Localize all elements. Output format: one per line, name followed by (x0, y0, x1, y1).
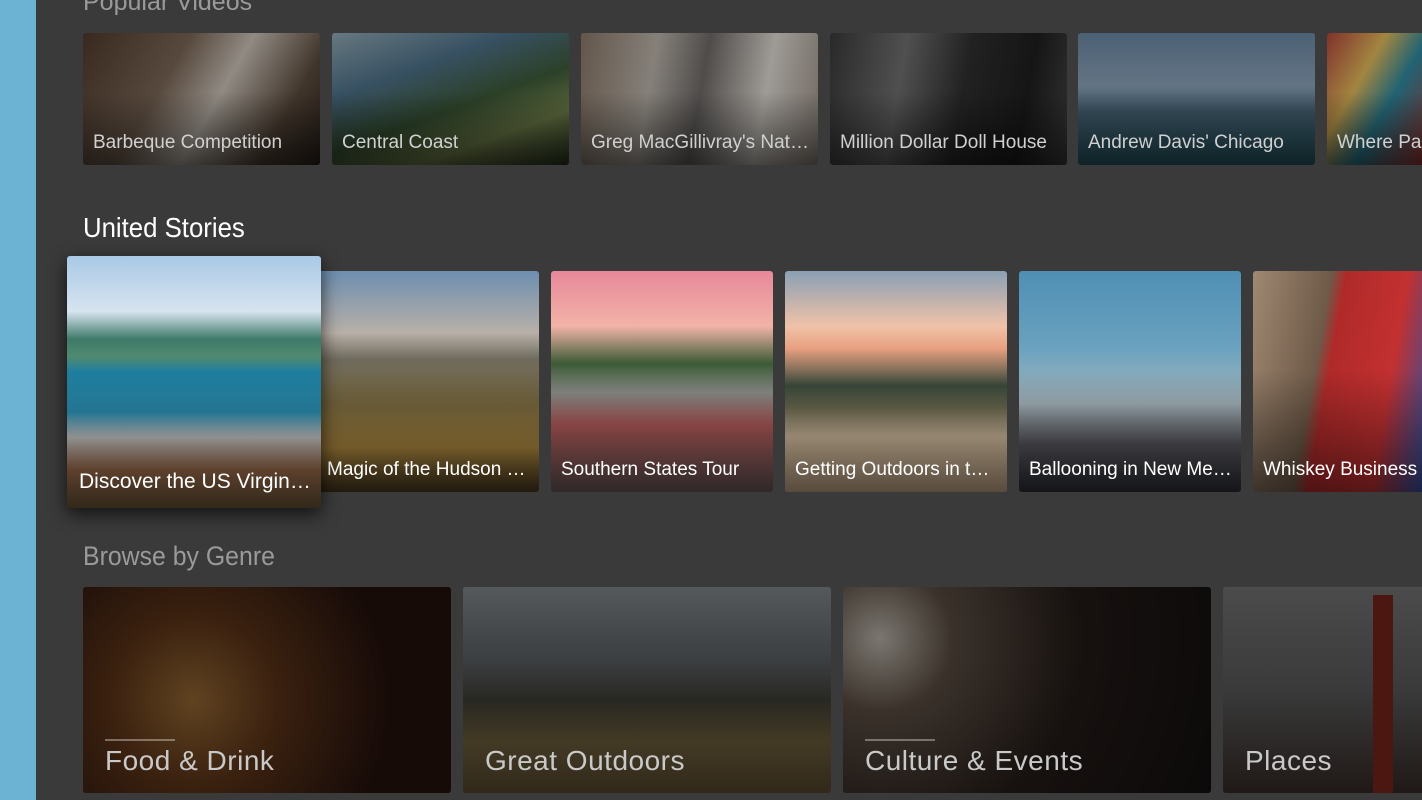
genre-underline (105, 739, 175, 741)
video-card-us-virgin-islands[interactable]: Discover the US Virgin Islands (67, 256, 321, 508)
row-title-united-stories: United Stories (83, 212, 245, 243)
video-card-southern-states-tour[interactable]: Southern States Tour (551, 271, 773, 492)
genre-card-title: Food & Drink (105, 745, 275, 776)
row-title-browse-by-genre: Browse by Genre (83, 541, 275, 571)
video-card-title: Where Parades Are Born (1337, 132, 1422, 153)
video-card-title: Magic of the Hudson Valley (327, 459, 531, 480)
genre-card-food-drink[interactable]: Food & Drink (83, 587, 451, 793)
genre-card-places[interactable]: Places (1223, 587, 1422, 793)
genre-card-title: Culture & Events (865, 745, 1084, 776)
video-card-central-coast[interactable]: Central Coast (332, 33, 569, 165)
card-scrim (830, 92, 1067, 165)
video-card-million-dollar-doll-house[interactable]: Million Dollar Doll House (830, 33, 1067, 165)
video-card-title: Andrew Davis' Chicago (1088, 132, 1284, 153)
genre-card-title: Great Outdoors (485, 745, 685, 776)
video-card-title: Discover the US Virgin Islands (79, 470, 313, 493)
row-title-popular-videos: Popular Videos (83, 0, 253, 16)
video-card-title: Whiskey Business (1263, 459, 1418, 480)
video-card-title: Barbeque Competition (93, 132, 283, 153)
video-card-ballooning[interactable]: Ballooning in New Mexico (1019, 271, 1241, 492)
card-scrim (1078, 92, 1315, 165)
side-nav-rail (0, 0, 36, 800)
video-card-title: Greg MacGillivray's Nature Film (591, 132, 810, 153)
video-card-title: Million Dollar Doll House (840, 132, 1047, 153)
genre-card-great-outdoors[interactable]: Great Outdoors (463, 587, 831, 793)
video-card-where-parades[interactable]: Where Parades Are Born (1327, 33, 1422, 165)
video-card-barbeque-competition[interactable]: Barbeque Competition (83, 33, 320, 165)
video-card-whiskey-business[interactable]: Whiskey Business (1253, 271, 1422, 492)
genre-underline (865, 739, 935, 741)
card-scrim (332, 92, 569, 165)
video-card-title: Getting Outdoors in the West (795, 459, 999, 480)
video-card-getting-outdoors[interactable]: Getting Outdoors in the West (785, 271, 1007, 492)
video-card-andrew-davis-chicago[interactable]: Andrew Davis' Chicago (1078, 33, 1315, 165)
card-scrim (83, 92, 320, 165)
card-scrim (1327, 92, 1422, 165)
genre-card-culture-events[interactable]: Culture & Events (843, 587, 1211, 793)
genre-card-title: Places (1245, 745, 1333, 776)
video-card-title: Ballooning in New Mexico (1029, 459, 1233, 480)
video-card-title: Southern States Tour (561, 459, 740, 480)
video-card-greg-macgillivray[interactable]: Greg MacGillivray's Nature Film (581, 33, 818, 165)
card-scrim (581, 92, 818, 165)
video-card-hudson-valley[interactable]: Magic of the Hudson Valley (321, 271, 539, 492)
video-card-title: Central Coast (342, 132, 459, 153)
